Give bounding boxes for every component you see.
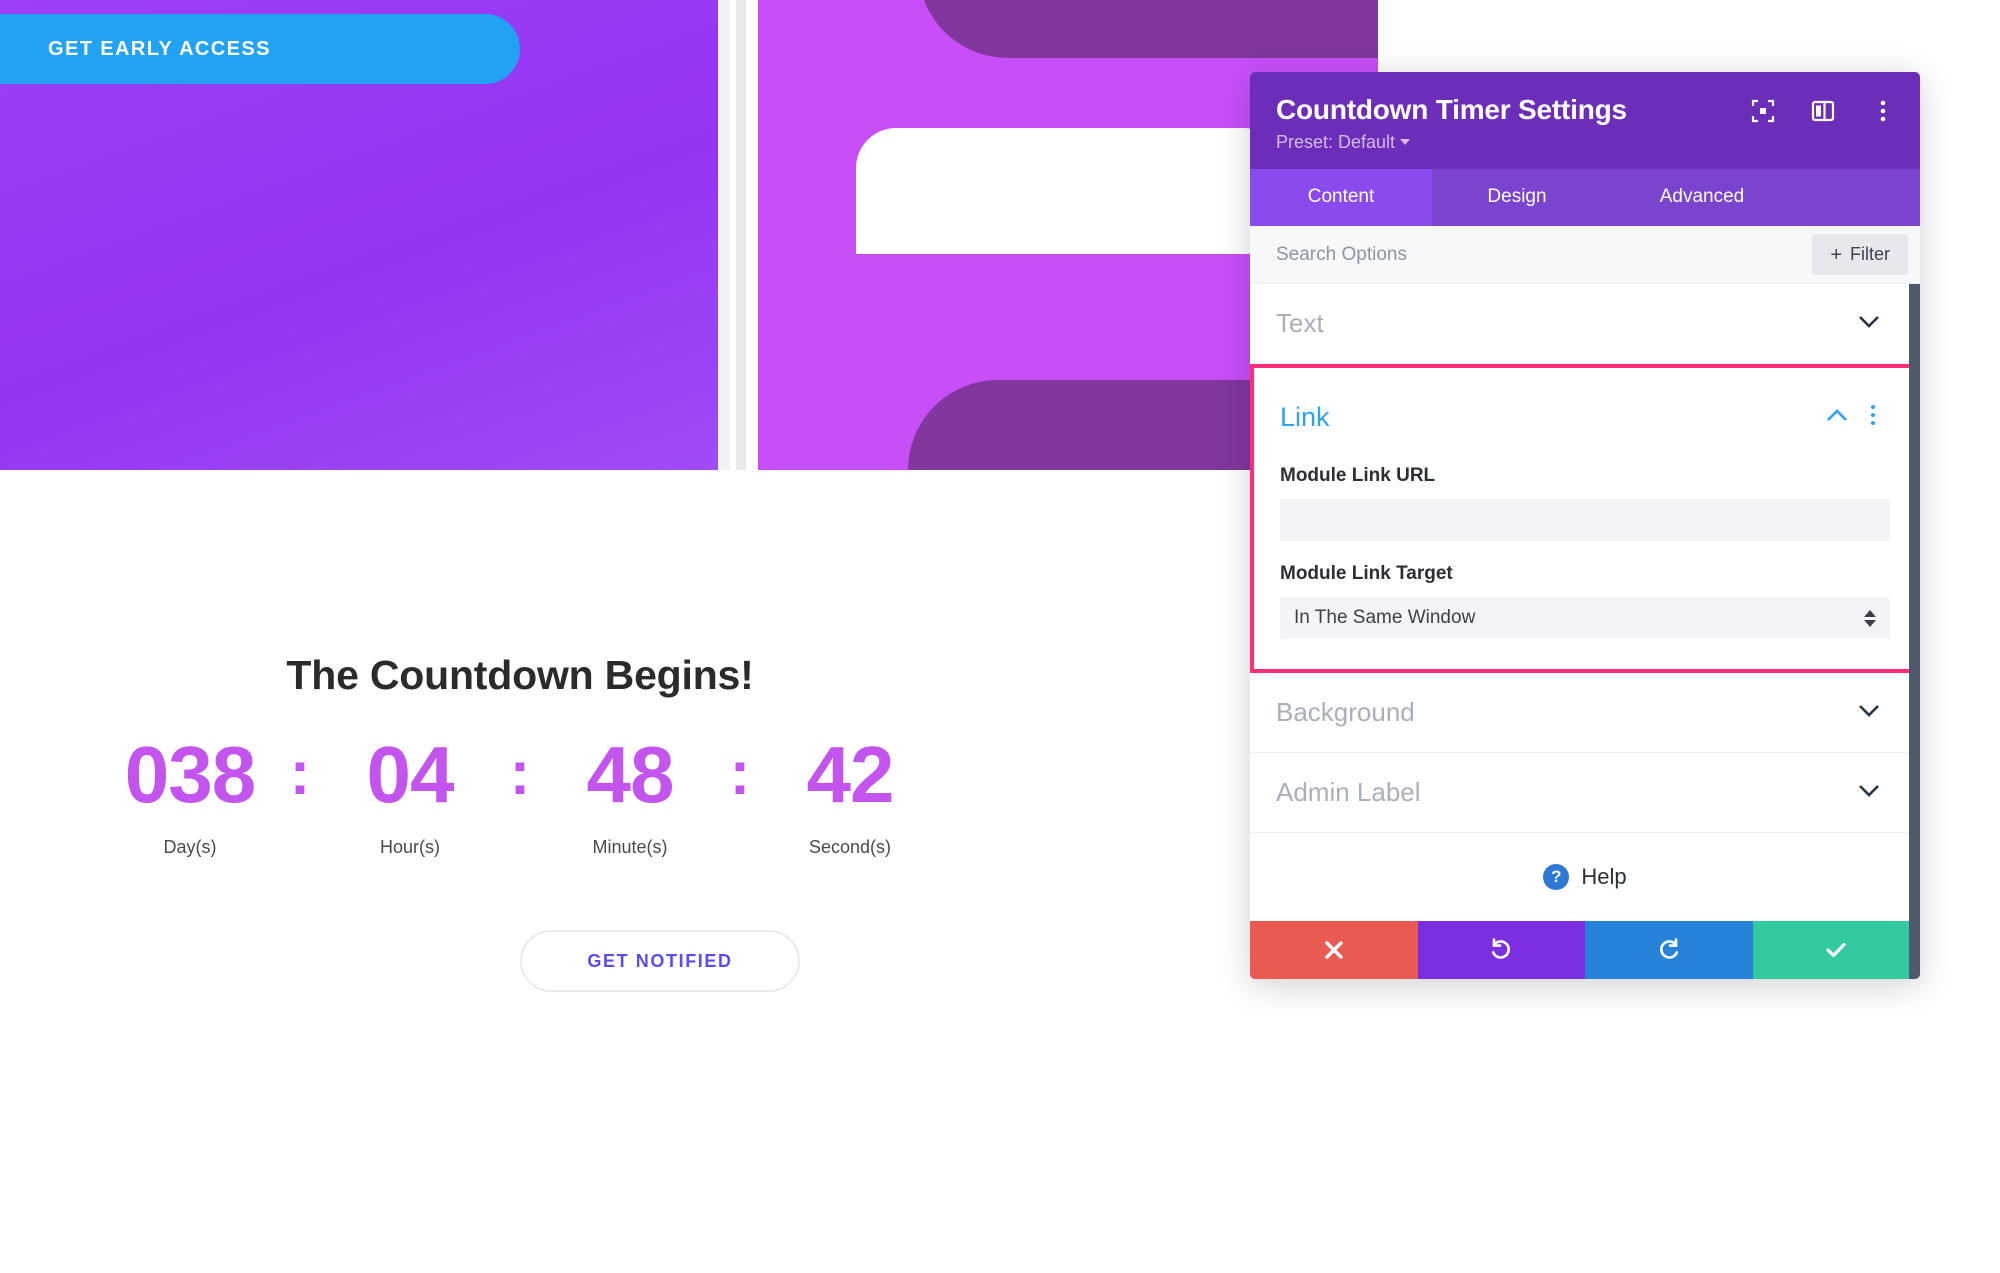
get-early-access-label: GET EARLY ACCESS — [48, 37, 271, 60]
split-layout-icon[interactable] — [1810, 98, 1836, 124]
module-link-target-value: In The Same Window — [1294, 607, 1476, 628]
undo-icon — [1488, 937, 1514, 963]
get-notified-button[interactable]: GET NOTIFIED — [520, 930, 800, 992]
section-link-controls — [1826, 404, 1876, 431]
countdown-unit-days: 038 Day(s) — [100, 735, 280, 858]
filter-button[interactable]: + Filter — [1812, 234, 1908, 275]
panel-scrollbar[interactable] — [1909, 284, 1920, 979]
countdown-unit-minutes: 48 Minute(s) — [540, 735, 720, 858]
chevron-down-icon — [1858, 315, 1880, 333]
section-link-header[interactable]: Link — [1280, 394, 1890, 443]
countdown-separator-1: : — [289, 739, 311, 808]
chevron-down-icon — [1400, 139, 1411, 145]
help-link[interactable]: ? Help — [1250, 833, 1920, 921]
countdown-timer-settings-modal: Countdown Timer Settings Preset: Default — [1250, 72, 1920, 979]
countdown-days-value: 038 — [124, 730, 256, 819]
hero-white-card-shape — [856, 128, 1284, 254]
countdown-seconds-value: 42 — [806, 730, 895, 819]
hero-blob-top-shape — [918, 0, 1378, 58]
checkmark-icon — [1823, 937, 1849, 963]
help-label: Help — [1581, 864, 1627, 889]
countdown-minutes-label: Minute(s) — [592, 837, 668, 857]
countdown-unit-hours: 04 Hour(s) — [320, 735, 500, 858]
undo-button[interactable] — [1417, 921, 1585, 979]
countdown-hours-label: Hour(s) — [379, 837, 440, 857]
chevron-down-icon — [1858, 704, 1880, 722]
search-options-bar: + Filter — [1250, 226, 1920, 284]
countdown-title: The Countdown Begins! — [286, 652, 754, 698]
focus-frame-icon[interactable] — [1750, 98, 1776, 124]
question-mark-icon: ? — [1543, 864, 1570, 890]
section-text-label: Text — [1276, 308, 1324, 338]
countdown-digits-row: 038 Day(s) : 04 Hour(s) : 48 Minute(s) :… — [60, 735, 980, 858]
cancel-button[interactable] — [1250, 921, 1418, 979]
panel-gutter-a — [718, 0, 730, 470]
countdown-days-label: Day(s) — [163, 837, 217, 857]
countdown-minutes-value: 48 — [586, 730, 675, 819]
settings-panel-body: Text Link Module Link URL Module Link Ta… — [1250, 284, 1920, 979]
preset-selector[interactable]: Preset: Default — [1276, 132, 1894, 153]
get-early-access-button[interactable]: GET EARLY ACCESS — [0, 14, 520, 84]
preset-label: Preset: Default — [1276, 132, 1396, 152]
module-link-url-label: Module Link URL — [1280, 465, 1436, 486]
hero-panel-left: GET EARLY ACCESS — [0, 0, 718, 470]
tab-design[interactable]: Design — [1432, 169, 1602, 226]
modal-header-icons — [1750, 98, 1896, 124]
section-background[interactable]: Background — [1250, 673, 1920, 753]
tab-advanced[interactable]: Advanced — [1602, 169, 1802, 226]
search-input[interactable] — [1276, 243, 1813, 266]
section-background-label: Background — [1276, 697, 1415, 727]
chevron-up-icon[interactable] — [1826, 408, 1848, 427]
redo-icon — [1656, 937, 1682, 963]
countdown-separator-3: : — [729, 739, 751, 808]
kebab-menu-icon[interactable] — [1870, 404, 1876, 431]
module-link-target-label: Module Link Target — [1280, 563, 1453, 584]
close-x-icon — [1322, 938, 1346, 962]
plus-icon: + — [1830, 243, 1842, 266]
module-link-target-select[interactable]: In The Same Window — [1280, 597, 1890, 639]
kebab-menu-icon[interactable] — [1870, 98, 1896, 124]
screen: GET EARLY ACCESS The Countdown Begins! 0… — [0, 0, 2000, 1273]
modal-header: Countdown Timer Settings Preset: Default — [1250, 72, 1920, 169]
countdown-separator-2: : — [509, 739, 531, 808]
select-arrows-icon — [1864, 609, 1876, 627]
panel-gutter-b — [736, 0, 746, 470]
section-admin-label[interactable]: Admin Label — [1250, 753, 1920, 833]
save-button[interactable] — [1752, 921, 1920, 979]
section-admin-label-label: Admin Label — [1276, 777, 1421, 807]
redo-button[interactable] — [1585, 921, 1753, 979]
section-text[interactable]: Text — [1250, 284, 1920, 364]
countdown-seconds-label: Second(s) — [808, 837, 892, 857]
filter-label: Filter — [1850, 244, 1890, 264]
countdown-unit-seconds: 42 Second(s) — [760, 735, 940, 858]
module-link-url-input[interactable] — [1280, 499, 1890, 541]
modal-action-bar — [1250, 921, 1920, 979]
get-notified-label: GET NOTIFIED — [587, 950, 733, 971]
section-link-label: Link — [1280, 402, 1330, 432]
modal-tabs: Content Design Advanced — [1250, 169, 1920, 226]
chevron-down-icon — [1858, 784, 1880, 802]
countdown-module: The Countdown Begins! 038 Day(s) : 04 Ho… — [0, 470, 1260, 1273]
tab-content[interactable]: Content — [1250, 169, 1432, 226]
section-link: Link Module Link URL Module Link Target … — [1250, 364, 1920, 673]
countdown-hours-value: 04 — [366, 730, 455, 819]
